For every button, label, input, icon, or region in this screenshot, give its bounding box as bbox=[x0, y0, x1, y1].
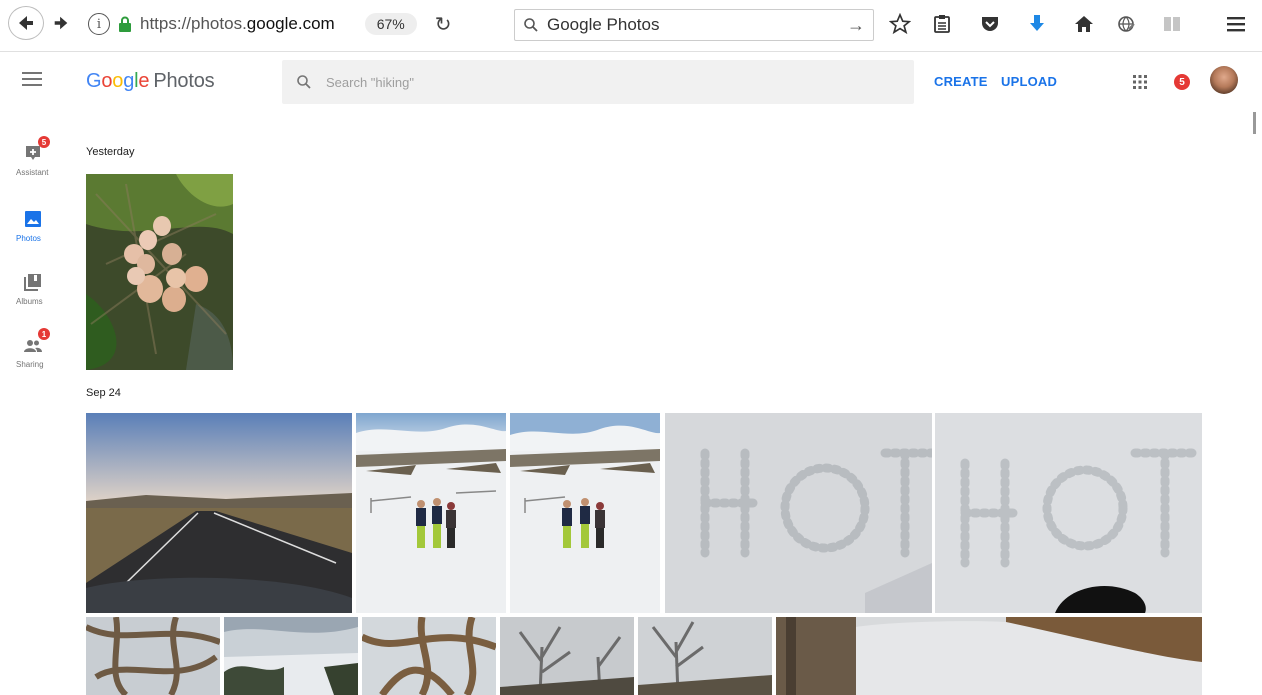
photo-eggs-nest[interactable] bbox=[86, 174, 233, 370]
globe-addon-icon[interactable] bbox=[1114, 12, 1138, 36]
url-text: https://photos.google.com bbox=[140, 14, 335, 33]
nav-label-assistant: Assistant bbox=[16, 168, 49, 177]
forward-button[interactable] bbox=[48, 6, 74, 40]
date-header-sep-24: Sep 24 bbox=[86, 387, 121, 399]
sharing-icon: 1 bbox=[24, 328, 50, 354]
nav-label-albums: Albums bbox=[16, 297, 43, 306]
bookmark-star-icon[interactable] bbox=[888, 12, 912, 36]
upload-button[interactable]: UPLOAD bbox=[1001, 74, 1057, 89]
browser-search-text: Google Photos bbox=[547, 15, 660, 34]
assistant-icon: 5 bbox=[24, 136, 50, 162]
notifications-badge[interactable]: 5 bbox=[1174, 74, 1190, 90]
download-icon[interactable] bbox=[1025, 12, 1049, 36]
browser-toolbar: i https://photos.google.com 67% ↻ Google… bbox=[0, 0, 1262, 52]
reader-view-icon[interactable] bbox=[1160, 12, 1184, 36]
main-menu-icon[interactable] bbox=[22, 72, 42, 90]
photo-snow-gum-1[interactable] bbox=[86, 617, 220, 695]
photo-snow-group-1[interactable] bbox=[356, 413, 506, 613]
pocket-icon[interactable] bbox=[978, 12, 1002, 36]
search-icon bbox=[524, 18, 538, 32]
photos-search-box[interactable] bbox=[282, 60, 914, 104]
sharing-badge: 1 bbox=[38, 328, 50, 340]
arrow-right-icon bbox=[54, 16, 68, 30]
photo-snow-post[interactable] bbox=[776, 617, 1202, 695]
nav-label-sharing: Sharing bbox=[16, 360, 44, 369]
photo-bare-trees-1[interactable] bbox=[500, 617, 634, 695]
photo-snow-group-2[interactable] bbox=[510, 413, 660, 613]
reading-list-icon[interactable] bbox=[930, 12, 954, 36]
google-photos-logo[interactable]: Google Photos bbox=[86, 70, 215, 93]
avatar[interactable] bbox=[1210, 66, 1238, 94]
create-button[interactable]: CREATE bbox=[934, 74, 988, 89]
photo-snow-writing-1[interactable] bbox=[665, 413, 932, 613]
back-button[interactable] bbox=[8, 6, 44, 40]
nav-item-photos[interactable]: Photos bbox=[0, 210, 66, 243]
nav-item-albums[interactable]: Albums bbox=[0, 273, 66, 306]
browser-search-box[interactable]: Google Photos → bbox=[514, 9, 874, 41]
home-icon[interactable] bbox=[1072, 12, 1096, 36]
photo-snow-writing-2[interactable] bbox=[935, 413, 1202, 613]
logo-wordmark: Google bbox=[86, 70, 150, 92]
date-header-yesterday: Yesterday bbox=[86, 146, 135, 158]
scrollbar-thumb[interactable] bbox=[1253, 112, 1256, 134]
photo-road-dusk[interactable] bbox=[86, 413, 352, 613]
zoom-indicator[interactable]: 67% bbox=[364, 13, 417, 35]
photos-icon bbox=[24, 210, 42, 228]
nav-label-photos: Photos bbox=[16, 234, 41, 243]
nav-item-sharing[interactable]: 1 Sharing bbox=[0, 328, 66, 369]
nav-item-assistant[interactable]: 5 Assistant bbox=[0, 136, 66, 177]
photo-snow-valley[interactable] bbox=[224, 617, 358, 695]
app-header: GooglePhotos CREATE UPLOAD 5 bbox=[0, 52, 1262, 114]
photo-snow-gum-2[interactable] bbox=[362, 617, 496, 695]
url-bar[interactable]: i https://photos.google.com 67% ↻ bbox=[78, 8, 502, 40]
logo-product: Photos bbox=[153, 70, 215, 92]
search-icon bbox=[297, 75, 311, 89]
albums-icon bbox=[24, 273, 42, 291]
assistant-badge: 5 bbox=[38, 136, 50, 148]
lock-icon[interactable] bbox=[118, 16, 132, 32]
apps-grid-icon[interactable] bbox=[1132, 74, 1148, 90]
go-arrow-icon[interactable]: → bbox=[847, 15, 865, 36]
photos-search-input[interactable] bbox=[326, 74, 726, 90]
reload-icon[interactable]: ↻ bbox=[435, 12, 452, 37]
browser-menu-icon[interactable] bbox=[1224, 12, 1248, 36]
arrow-left-icon bbox=[19, 16, 33, 30]
info-icon[interactable]: i bbox=[88, 13, 110, 35]
photo-bare-trees-2[interactable] bbox=[638, 617, 772, 695]
